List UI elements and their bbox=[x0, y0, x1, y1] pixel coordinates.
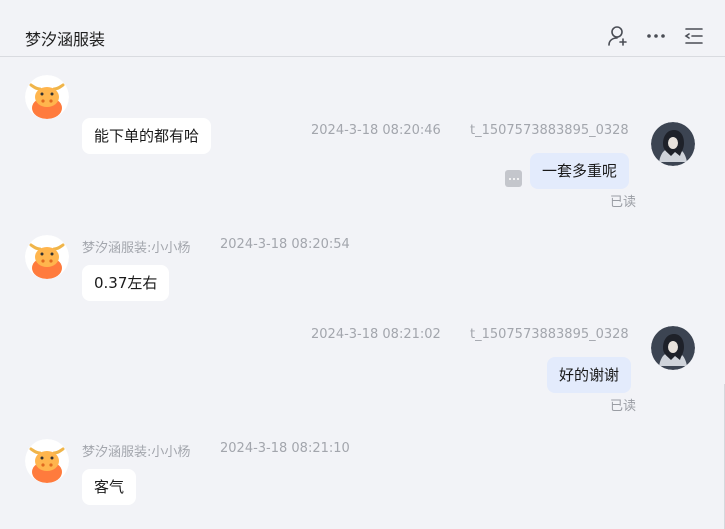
message-sender: 梦汐涵服装:小小杨 bbox=[82, 445, 191, 460]
chat-title: 梦汐涵服装 bbox=[25, 30, 106, 49]
read-status: 已读 bbox=[610, 399, 637, 414]
message-list[interactable]: 能下单的都有哈 2024-3-18 08:20:46 t_15075738838… bbox=[0, 57, 725, 529]
message-time: 2024-3-18 08:21:02 bbox=[311, 327, 441, 342]
user-avatar[interactable] bbox=[651, 326, 695, 370]
shop-avatar[interactable] bbox=[25, 235, 69, 279]
more-icon[interactable] bbox=[645, 25, 667, 47]
message-outgoing: 2024-3-18 08:20:46 t_1507573883895_0328 … bbox=[0, 57, 725, 217]
message-bubble[interactable]: 0.37左右 bbox=[82, 265, 170, 301]
message-outgoing: 2024-3-18 08:21:02 t_1507573883895_0328 … bbox=[0, 317, 725, 417]
read-status: 已读 bbox=[610, 195, 637, 210]
message-incoming: 梦汐涵服装:小小杨 2024-3-18 08:20:54 0.37左右 bbox=[0, 227, 725, 307]
shop-avatar[interactable] bbox=[25, 439, 69, 483]
chat-header: 梦汐涵服装 bbox=[0, 0, 725, 57]
menu-icon[interactable] bbox=[683, 25, 705, 47]
message-time: 2024-3-18 08:20:54 bbox=[220, 237, 350, 252]
message-bubble[interactable]: 一套多重呢 bbox=[530, 153, 630, 189]
user-avatar[interactable] bbox=[651, 122, 695, 166]
message-bubble[interactable]: 好的谢谢 bbox=[547, 357, 632, 393]
message-sender: 梦汐涵服装:小小杨 bbox=[82, 241, 191, 256]
message-time: 2024-3-18 08:20:46 bbox=[311, 123, 441, 138]
message-bubble[interactable]: 客气 bbox=[82, 469, 137, 505]
message-sender: t_1507573883895_0328 bbox=[470, 123, 629, 138]
message-time: 2024-3-18 08:21:10 bbox=[220, 441, 350, 456]
message-more-button[interactable] bbox=[505, 170, 522, 187]
message-sender: t_1507573883895_0328 bbox=[470, 327, 629, 342]
message-incoming: 梦汐涵服装:小小杨 2024-3-18 08:21:10 客气 bbox=[0, 431, 725, 521]
user-add-icon[interactable] bbox=[607, 25, 629, 47]
